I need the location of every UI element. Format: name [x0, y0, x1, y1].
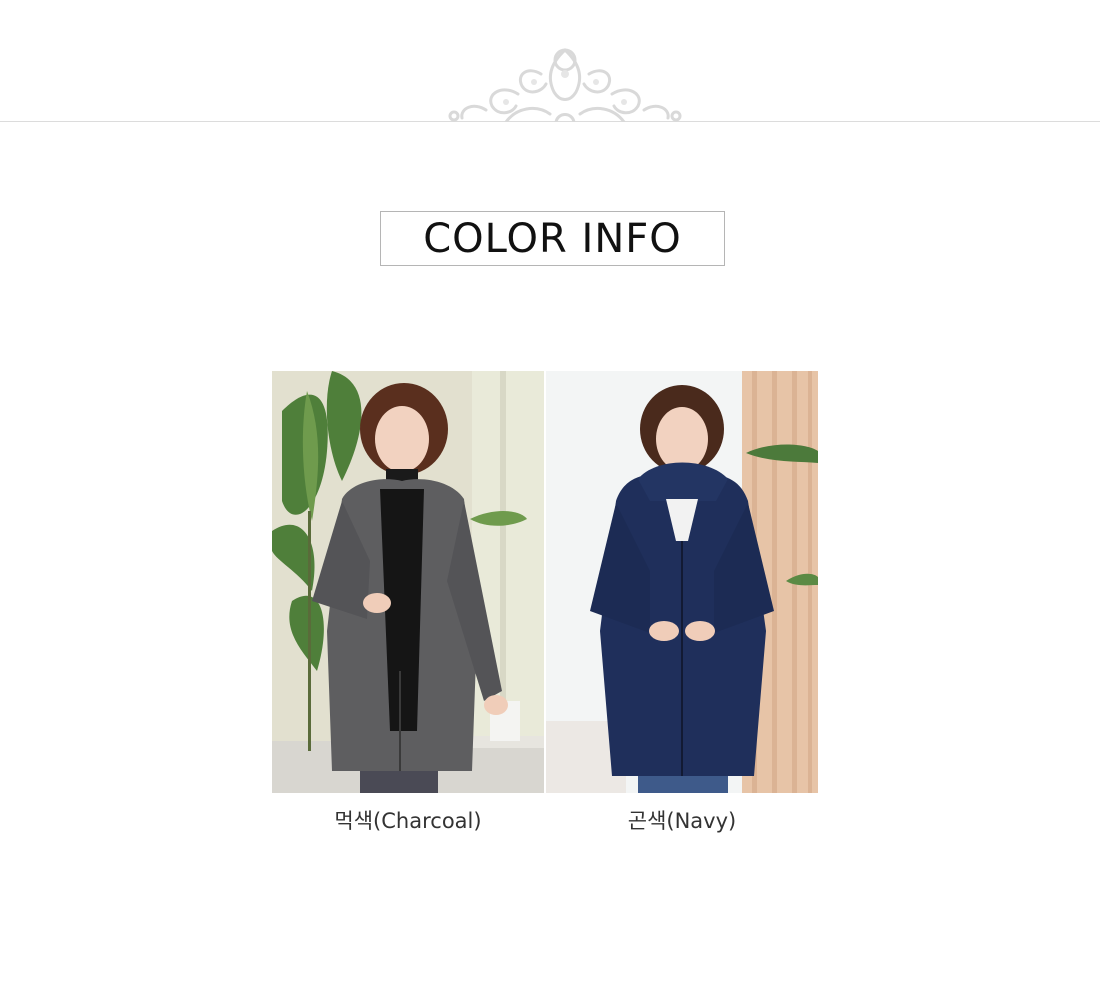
- color-info-title-box: COLOR INFO: [380, 211, 725, 266]
- model-charcoal-photo: [272, 371, 544, 793]
- color-label-charcoal: 먹색(Charcoal): [334, 809, 482, 833]
- color-label-navy: 곤색(Navy): [627, 809, 737, 833]
- lace-ornament-icon: [448, 48, 682, 122]
- section-title: COLOR INFO: [423, 215, 682, 262]
- model-navy-photo: [546, 371, 818, 793]
